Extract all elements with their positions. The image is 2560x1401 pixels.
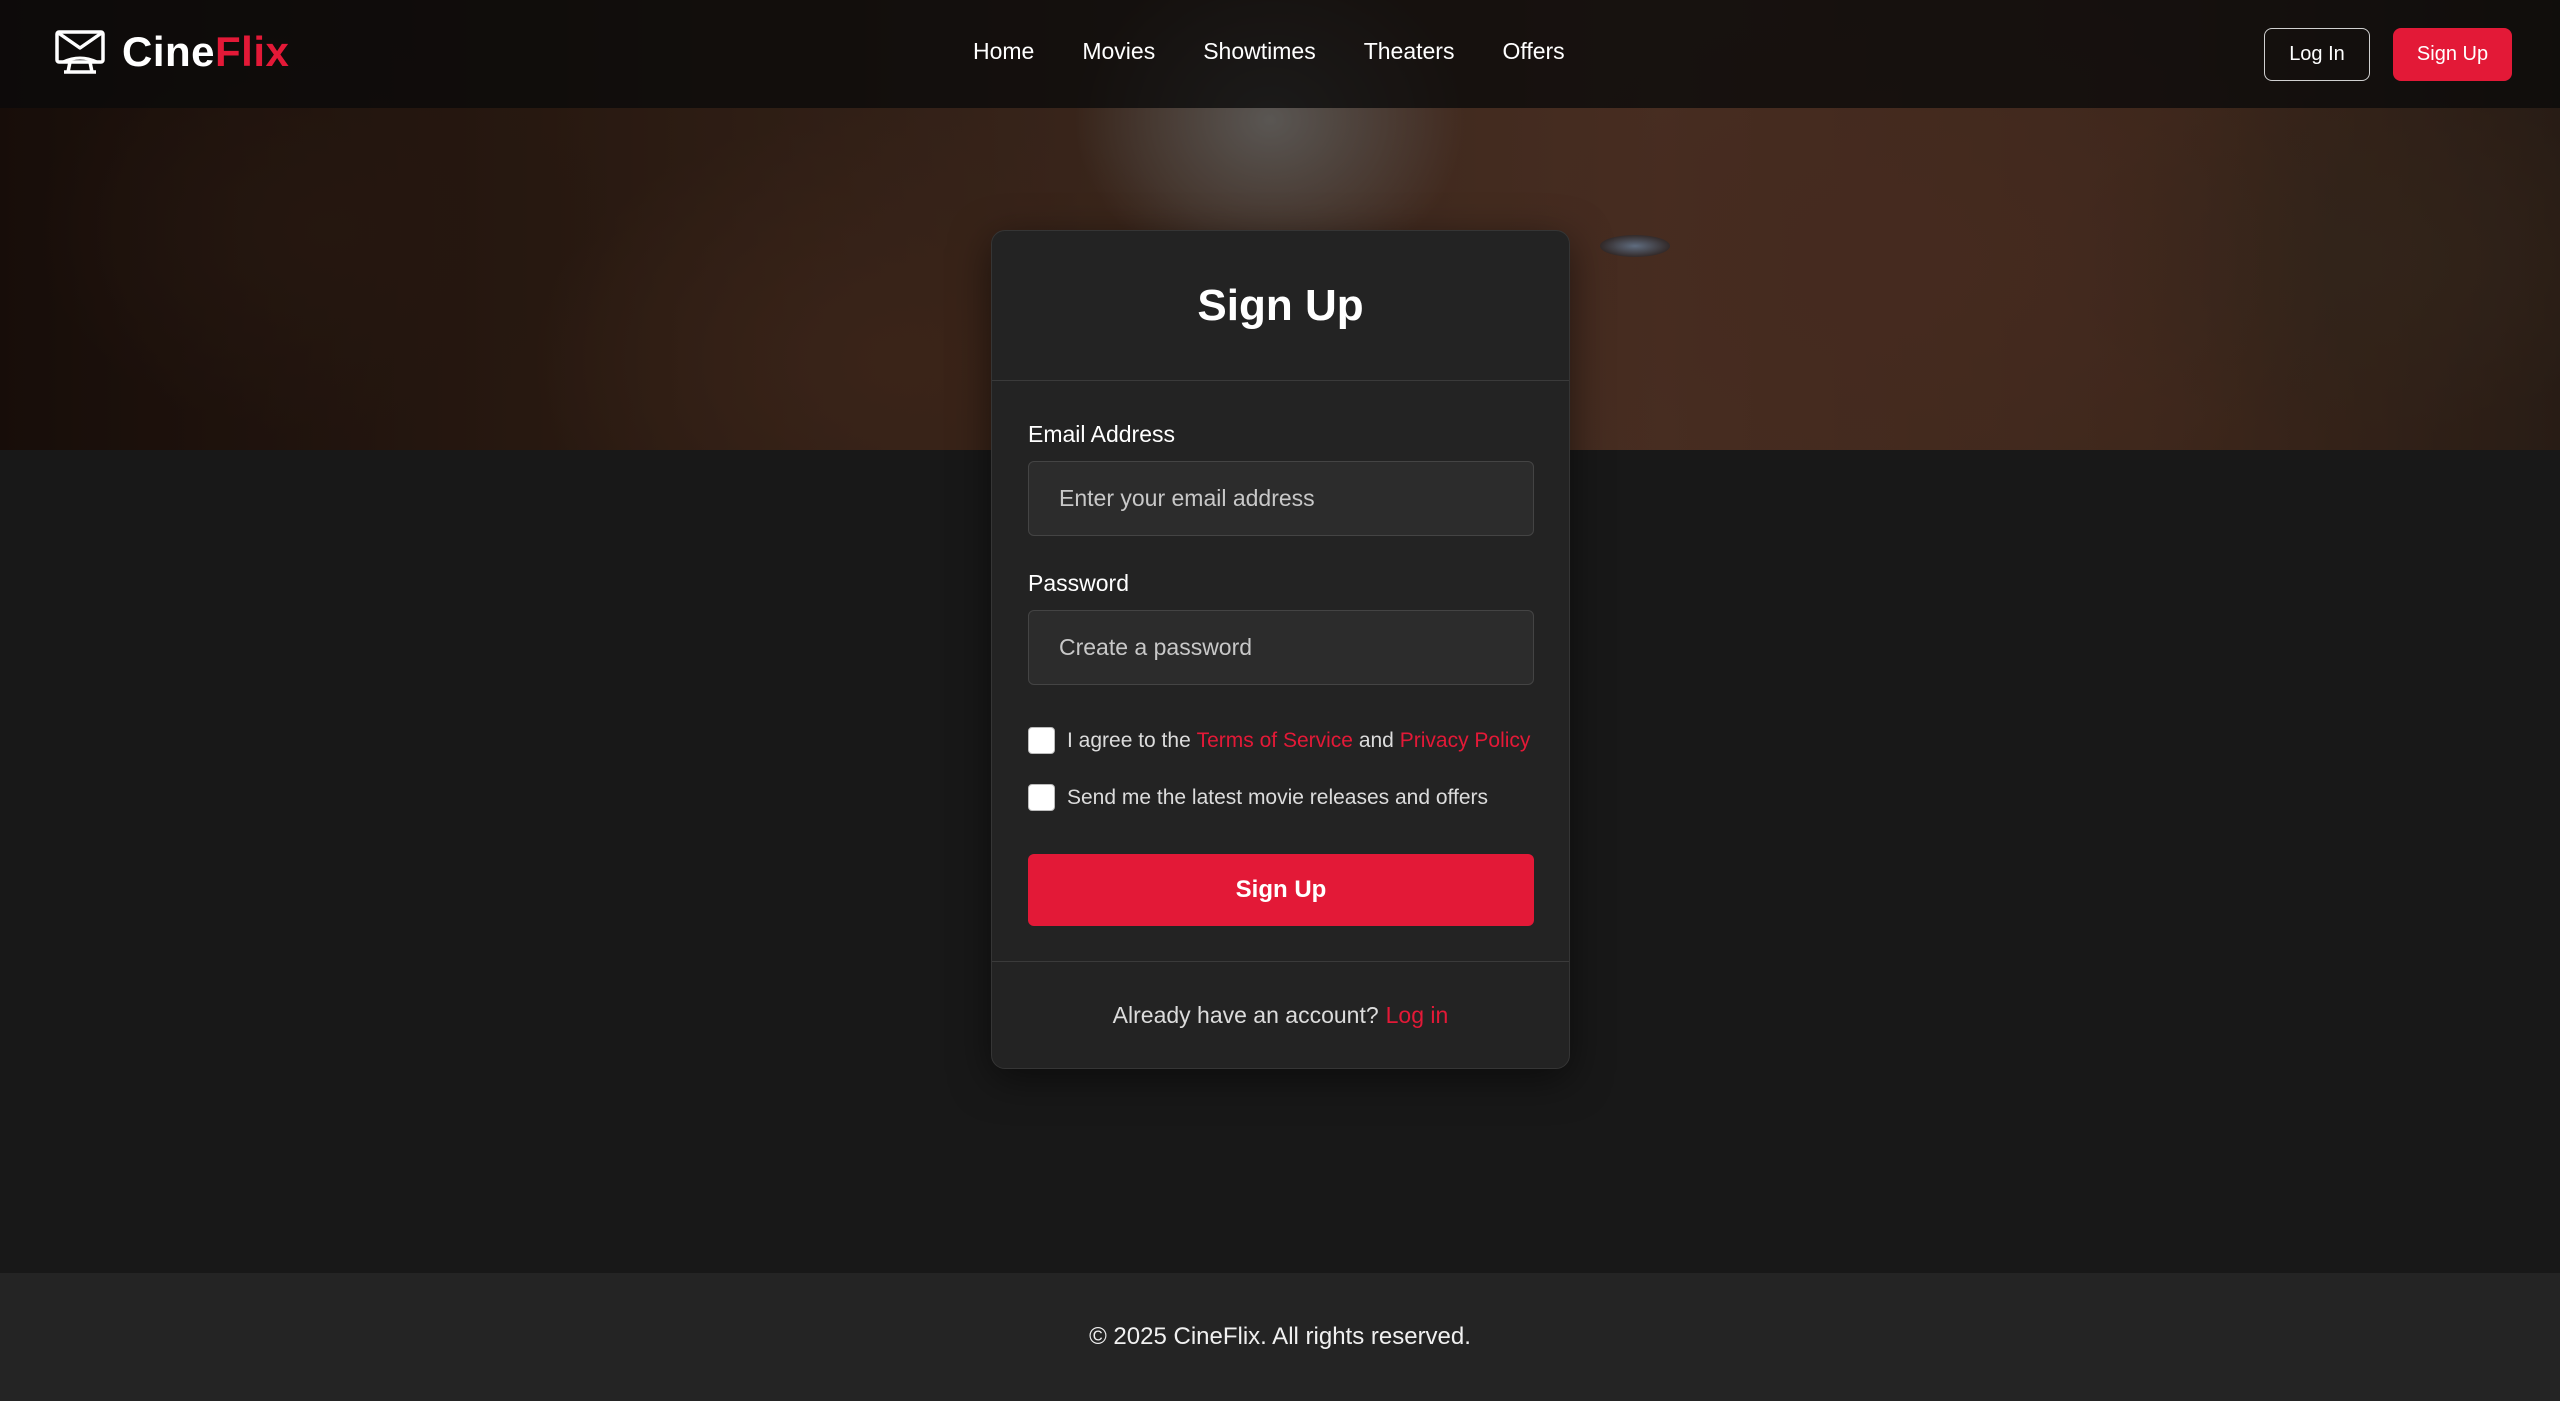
copyright-text: © 2025 CineFlix. All rights reserved. bbox=[1089, 1323, 1471, 1350]
main-nav: Home Movies Showtimes Theaters Offers bbox=[973, 38, 1613, 65]
terms-checkbox[interactable] bbox=[1028, 727, 1055, 754]
page-title: Sign Up bbox=[1197, 280, 1364, 330]
film-screen-icon bbox=[55, 30, 105, 74]
terms-prefix: I agree to the bbox=[1067, 728, 1191, 752]
newsletter-row: Send me the latest movie releases and of… bbox=[1028, 784, 1488, 811]
email-label: Email Address bbox=[1028, 421, 1176, 447]
password-field[interactable] bbox=[1028, 610, 1534, 685]
newsletter-checkbox[interactable] bbox=[1028, 784, 1055, 811]
terms-conjunction: and bbox=[1358, 728, 1394, 752]
signup-card-header: Sign Up bbox=[992, 231, 1569, 381]
password-label: Password bbox=[1028, 570, 1129, 596]
page-footer: © 2025 CineFlix. All rights reserved. bbox=[0, 1273, 2560, 1401]
nav-item-home[interactable]: Home bbox=[973, 38, 1034, 65]
have-account-text: Already have an account? bbox=[1112, 1001, 1379, 1028]
email-field[interactable] bbox=[1028, 461, 1534, 536]
signup-card: Sign Up Email Address Password I agree t… bbox=[991, 230, 1570, 1069]
nav-item-showtimes[interactable]: Showtimes bbox=[1203, 38, 1315, 65]
terms-row: I agree to the Terms of Service and Priv… bbox=[1028, 727, 1530, 754]
signup-form: Email Address Password I agree to the Te… bbox=[992, 381, 1569, 993]
signup-submit-button[interactable]: Sign Up bbox=[1028, 854, 1534, 926]
top-navigation-bar: CineFlix Home Movies Showtimes Theaters … bbox=[0, 0, 2560, 108]
brand-name-part1: Cine bbox=[122, 28, 216, 75]
hero-image-detail bbox=[1600, 235, 1670, 257]
nav-item-offers[interactable]: Offers bbox=[1502, 38, 1564, 65]
header-signup-button[interactable]: Sign Up bbox=[2393, 28, 2512, 81]
brand-name-part2: Flix bbox=[215, 28, 290, 75]
nav-item-theaters[interactable]: Theaters bbox=[1364, 38, 1455, 65]
signup-card-footer: Already have an account? Log in bbox=[992, 961, 1569, 1068]
newsletter-label: Send me the latest movie releases and of… bbox=[1067, 785, 1489, 809]
terms-of-service-link[interactable]: Terms of Service bbox=[1197, 729, 1353, 753]
brand-name: CineFlix bbox=[122, 28, 289, 76]
login-link[interactable]: Log in bbox=[1386, 1002, 1449, 1029]
privacy-policy-link[interactable]: Privacy Policy bbox=[1400, 729, 1531, 753]
nav-item-movies[interactable]: Movies bbox=[1082, 38, 1155, 65]
brand-logo[interactable]: CineFlix bbox=[54, 28, 289, 76]
login-button[interactable]: Log In bbox=[2264, 28, 2370, 81]
